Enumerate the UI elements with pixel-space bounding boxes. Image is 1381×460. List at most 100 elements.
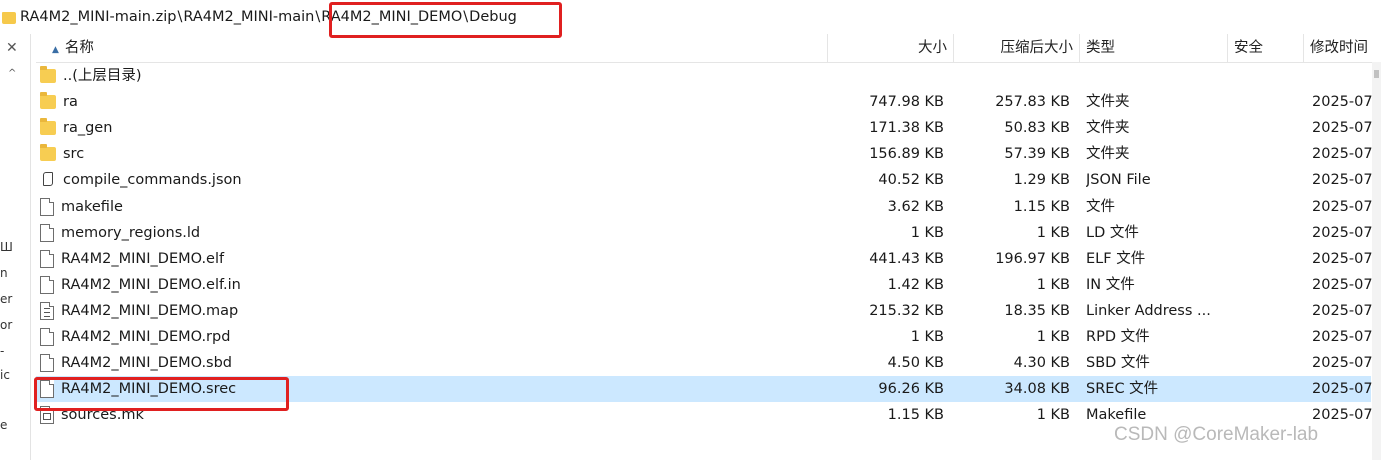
tree-item-fragment[interactable]: Ш <box>0 240 13 254</box>
file-name: RA4M2_MINI_DEMO.elf.in <box>61 276 241 293</box>
breadcrumb-zip[interactable]: RA4M2_MINI-main.zip <box>20 9 176 25</box>
file-size: 3.62 KB <box>887 198 944 215</box>
file-type: SBD 文件 <box>1086 355 1150 372</box>
file-size: 215.32 KB <box>869 302 944 319</box>
file-name: ra <box>63 94 78 111</box>
text-document-icon <box>40 301 54 320</box>
file-size: 4.50 KB <box>887 355 944 372</box>
column-size[interactable]: 大小 <box>828 34 954 62</box>
file-icon <box>40 197 54 216</box>
file-row[interactable]: RA4M2_MINI_DEMO.elf.in 1.42 KB 1 KB IN 文件 20… <box>36 272 1373 298</box>
folder-icon <box>2 12 16 24</box>
file-icon <box>40 249 54 268</box>
folder-icon <box>40 66 56 83</box>
file-name-cell[interactable]: RA4M2_MINI_DEMO.srec <box>40 376 820 402</box>
file-type: Linker Address ... <box>1086 302 1211 319</box>
file-compressed-size: 50.83 KB <box>1004 120 1070 137</box>
file-modified: 2025-07 <box>1312 94 1373 111</box>
file-compressed-size: 1 KB <box>1036 276 1070 293</box>
column-modified[interactable]: 修改时间 <box>1304 34 1381 62</box>
column-name[interactable]: ▲ 名称 <box>36 34 828 62</box>
file-modified: 2025-07 <box>1312 302 1373 319</box>
tree-item-fragment[interactable]: n <box>0 266 8 280</box>
file-name: RA4M2_MINI_DEMO.sbd <box>61 355 233 372</box>
tree-item-fragment[interactable]: e <box>0 418 7 432</box>
file-name: ..(上层目录) <box>63 68 142 84</box>
file-compressed-size: 4.30 KB <box>1013 355 1070 372</box>
file-compressed-size: 34.08 KB <box>1004 381 1070 398</box>
file-type: IN 文件 <box>1086 276 1135 293</box>
file-list: ▲ 名称 大小 压缩后大小 类型 安全 修改时间 ..(上层目录) ra 747.98… <box>36 34 1381 460</box>
file-name-cell[interactable]: ..(上层目录) <box>40 63 820 89</box>
tree-item-fragment[interactable]: or <box>0 318 12 332</box>
breadcrumb-debug[interactable]: Debug <box>469 9 517 25</box>
file-row[interactable]: ra_gen 171.38 KB 50.83 KB 文件夹 2025-07 <box>36 115 1373 141</box>
file-row[interactable]: src 156.89 KB 57.39 KB 文件夹 2025-07 <box>36 141 1373 167</box>
column-compressed-size[interactable]: 压缩后大小 <box>954 34 1080 62</box>
file-row[interactable]: ra 747.98 KB 257.83 KB 文件夹 2025-07 <box>36 89 1373 115</box>
file-modified: 2025-07 <box>1312 329 1373 345</box>
file-name: RA4M2_MINI_DEMO.srec <box>61 381 237 398</box>
file-modified: 2025-07 <box>1312 120 1373 137</box>
column-security[interactable]: 安全 <box>1228 34 1304 62</box>
file-size: 747.98 KB <box>869 94 944 111</box>
file-name-cell[interactable]: makefile <box>40 194 820 220</box>
file-row[interactable]: makefile 3.62 KB 1.15 KB 文件 2025-07 <box>36 194 1373 220</box>
file-name-cell[interactable]: RA4M2_MINI_DEMO.elf <box>40 246 820 272</box>
file-name-cell[interactable]: compile_commands.json <box>40 167 820 193</box>
tree-item-fragment[interactable]: er <box>0 292 12 306</box>
file-name-cell[interactable]: RA4M2_MINI_DEMO.map <box>40 298 820 324</box>
file-row[interactable]: RA4M2_MINI_DEMO.srec 96.26 KB 34.08 KB SREC… <box>36 376 1373 403</box>
file-type: RPD 文件 <box>1086 329 1150 345</box>
file-compressed-size: 1 KB <box>1036 224 1070 241</box>
file-name-cell[interactable]: RA4M2_MINI_DEMO.rpd <box>40 324 820 350</box>
file-size <box>826 63 944 89</box>
file-row[interactable]: compile_commands.json 40.52 KB 1.29 KB JSON… <box>36 167 1373 193</box>
file-name-cell[interactable]: RA4M2_MINI_DEMO.elf.in <box>40 272 820 298</box>
file-row[interactable]: ..(上层目录) <box>36 63 1371 89</box>
file-modified: 2025-07 <box>1312 172 1373 189</box>
breadcrumb-separator: \ <box>315 9 321 25</box>
file-compressed-size: 1 KB <box>1036 407 1070 424</box>
tree-item-fragment[interactable]: - <box>0 344 4 358</box>
file-name-cell[interactable]: src <box>40 141 820 167</box>
file-name-cell[interactable]: ra_gen <box>40 115 820 141</box>
file-name-cell[interactable]: ra <box>40 89 820 115</box>
close-icon[interactable]: ✕ <box>6 40 18 56</box>
file-icon <box>40 223 54 242</box>
file-compressed-size: 196.97 KB <box>995 250 1070 267</box>
file-name: RA4M2_MINI_DEMO.elf <box>61 250 225 267</box>
file-compressed-size: 257.83 KB <box>995 94 1070 111</box>
breadcrumb-main[interactable]: RA4M2_MINI-main <box>183 9 314 25</box>
tree-item-fragment[interactable]: ic <box>0 368 10 382</box>
address-bar[interactable]: RA4M2_MINI-main.zip \ RA4M2_MINI-main \ … <box>0 0 1381 34</box>
file-name: src <box>63 146 85 163</box>
navigation-pane: ✕ ^ Ш n er or - ic e <box>0 34 31 460</box>
column-type[interactable]: 类型 <box>1080 34 1228 62</box>
scroll-up-icon[interactable]: ^ <box>8 68 16 79</box>
file-icon <box>40 354 54 373</box>
file-row[interactable]: RA4M2_MINI_DEMO.map 215.32 KB 18.35 KB Link… <box>36 298 1373 324</box>
file-name: makefile <box>61 198 123 215</box>
folder-icon <box>40 92 56 110</box>
file-row[interactable]: RA4M2_MINI_DEMO.elf 441.43 KB 196.97 KB ELF… <box>36 246 1373 272</box>
file-type: 文件夹 <box>1086 94 1130 111</box>
file-compressed-size: 1 KB <box>1036 329 1070 345</box>
file-row[interactable]: RA4M2_MINI_DEMO.sbd 4.50 KB 4.30 KB SBD 文件 2… <box>36 350 1373 376</box>
file-name-cell[interactable]: sources.mk <box>40 402 820 428</box>
file-name-cell[interactable]: RA4M2_MINI_DEMO.sbd <box>40 350 820 376</box>
file-name-cell[interactable]: memory_regions.ld <box>40 220 820 246</box>
file-size: 96.26 KB <box>878 381 944 398</box>
file-size: 1 KB <box>910 329 944 345</box>
scrollbar-thumb[interactable] <box>1374 70 1379 78</box>
vertical-scrollbar[interactable] <box>1372 62 1381 460</box>
file-icon <box>40 380 54 399</box>
file-name: ra_gen <box>63 120 113 137</box>
file-row[interactable]: memory_regions.ld 1 KB 1 KB LD 文件 2025-07 <box>36 220 1373 246</box>
file-type: SREC 文件 <box>1086 381 1159 398</box>
file-name: RA4M2_MINI_DEMO.rpd <box>61 329 231 345</box>
file-size: 1 KB <box>910 224 944 241</box>
breadcrumb-demo[interactable]: RA4M2_MINI_DEMO <box>321 9 462 25</box>
folder-icon <box>40 144 56 162</box>
file-row[interactable]: RA4M2_MINI_DEMO.rpd 1 KB 1 KB RPD 文件 2025-07 <box>36 324 1373 350</box>
